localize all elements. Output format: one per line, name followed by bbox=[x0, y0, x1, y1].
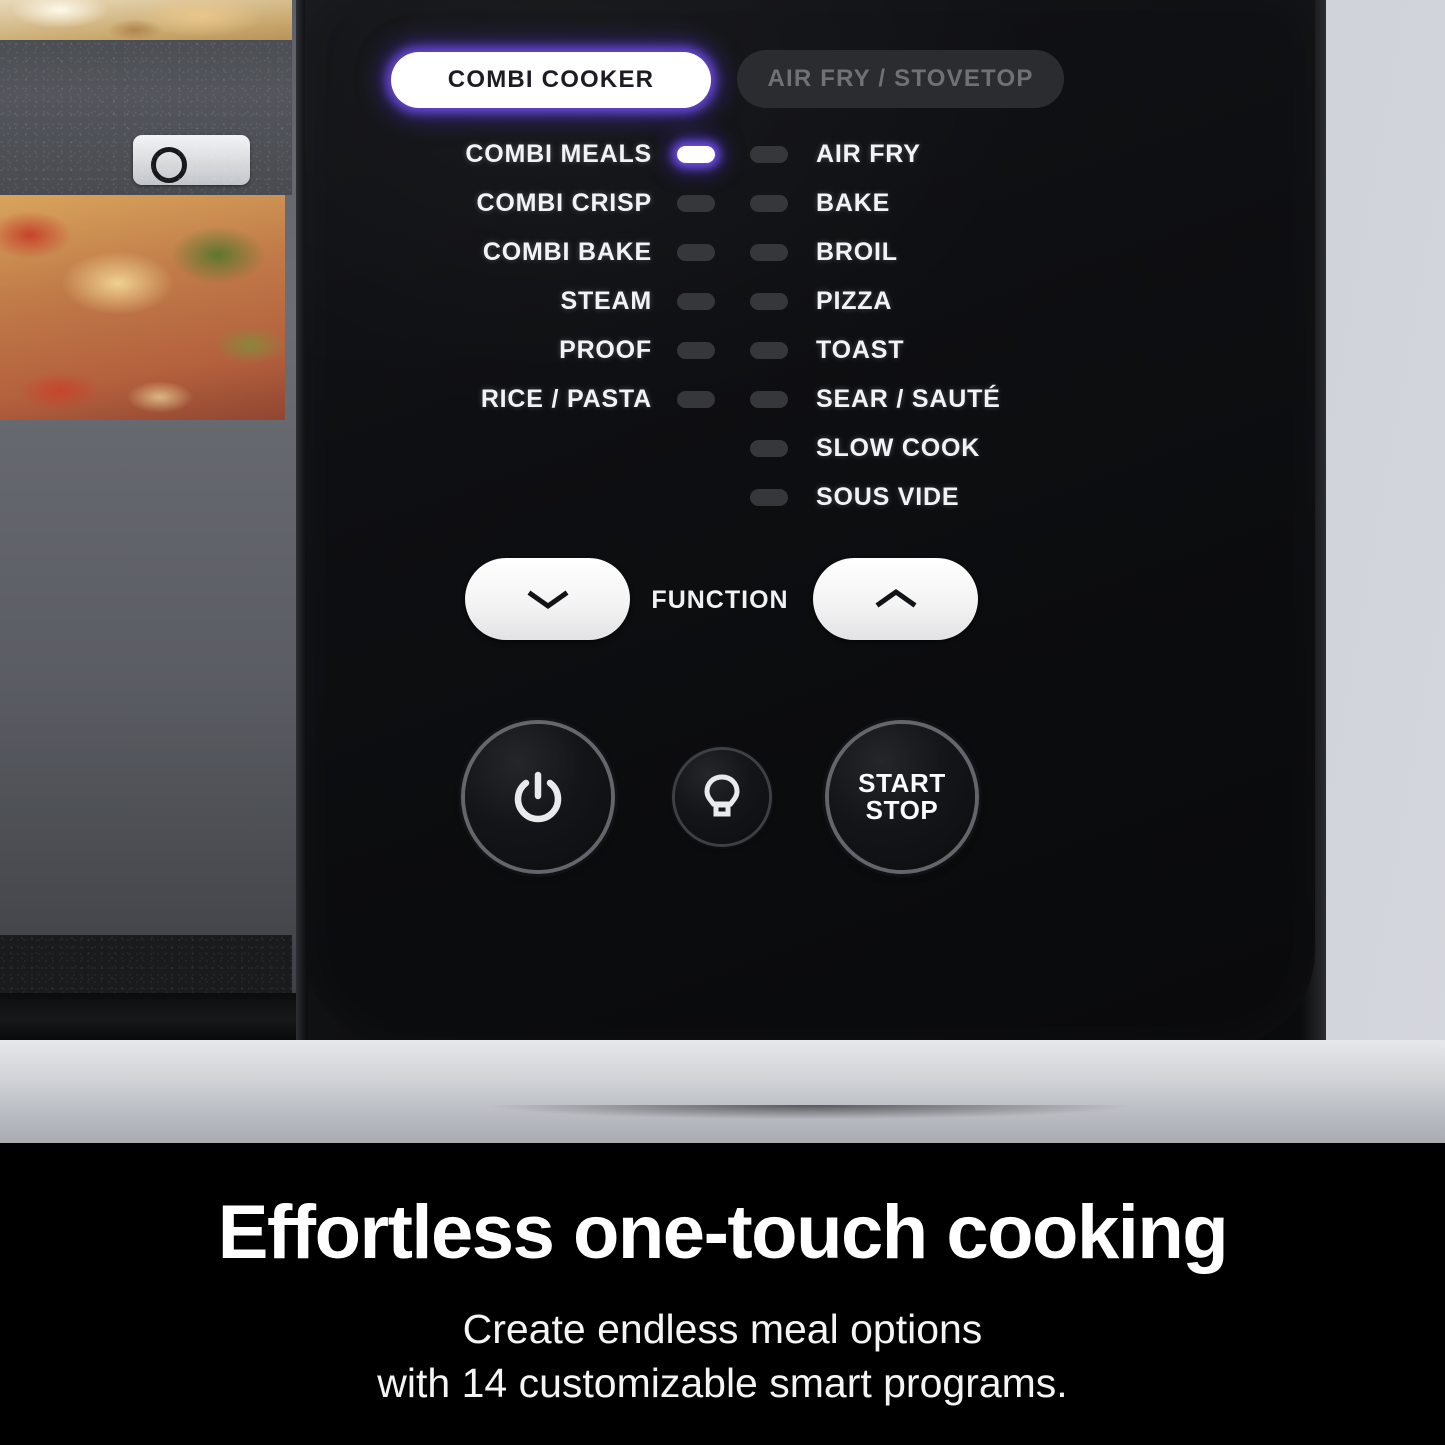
function-row-sear-saute[interactable]: SEAR / SAUTÉ bbox=[750, 375, 1110, 424]
function-row-steam[interactable]: STEAM bbox=[415, 277, 715, 326]
function-label: SOUS VIDE bbox=[816, 483, 960, 511]
led-indicator-rice-pasta bbox=[677, 391, 715, 408]
function-label: PIZZA bbox=[816, 287, 893, 315]
function-row-pizza[interactable]: PIZZA bbox=[750, 277, 1110, 326]
product-photo: COMBI COOKER AIR FRY / STOVETOP COMBI ME… bbox=[0, 0, 1445, 1143]
control-panel: COMBI COOKER AIR FRY / STOVETOP COMBI ME… bbox=[305, 0, 1315, 1047]
cavity-floor bbox=[0, 935, 292, 993]
rack-latch-handle bbox=[133, 135, 250, 185]
function-row-air-fry[interactable]: AIR FRY bbox=[750, 130, 1110, 179]
combi-function-column: COMBI MEALS COMBI CRISP COMBI BAKE STEAM bbox=[415, 130, 715, 424]
main-button-row: START STOP bbox=[305, 718, 1315, 878]
light-button[interactable] bbox=[675, 750, 769, 844]
function-label: RICE / PASTA bbox=[480, 385, 652, 413]
led-indicator-slow-cook bbox=[750, 440, 788, 457]
power-icon bbox=[514, 771, 562, 823]
tab-air-fry-stovetop[interactable]: AIR FRY / STOVETOP bbox=[737, 50, 1064, 108]
function-row-toast[interactable]: TOAST bbox=[750, 326, 1110, 375]
subtitle-line-2: with 14 customizable smart programs. bbox=[377, 1360, 1068, 1407]
start-stop-line-2: STOP bbox=[865, 795, 939, 825]
function-row-combi-meals[interactable]: COMBI MEALS bbox=[415, 130, 715, 179]
oven-interior-cavity bbox=[0, 0, 300, 1040]
function-row-proof[interactable]: PROOF bbox=[415, 326, 715, 375]
start-stop-label: START STOP bbox=[858, 767, 946, 825]
led-indicator-steam bbox=[677, 293, 715, 310]
appliance-shadow bbox=[360, 1105, 1260, 1143]
tab-combi-cooker[interactable]: COMBI COOKER bbox=[391, 52, 711, 108]
led-indicator-sous-vide bbox=[750, 489, 788, 506]
function-label: SLOW COOK bbox=[816, 434, 981, 462]
led-indicator-toast bbox=[750, 342, 788, 359]
chevron-up-icon bbox=[875, 588, 916, 608]
function-row-combi-bake[interactable]: COMBI BAKE bbox=[415, 228, 715, 277]
led-indicator-combi-meals bbox=[677, 146, 715, 163]
led-indicator-bake bbox=[750, 195, 788, 212]
led-indicator-pizza bbox=[750, 293, 788, 310]
light-bulb-icon bbox=[704, 774, 740, 817]
function-row-bake[interactable]: BAKE bbox=[750, 179, 1110, 228]
start-stop-button[interactable]: START STOP bbox=[829, 724, 975, 870]
led-indicator-combi-bake bbox=[677, 244, 715, 261]
function-row-sous-vide[interactable]: SOUS VIDE bbox=[750, 473, 1110, 522]
function-label: BROIL bbox=[816, 238, 898, 266]
power-button[interactable] bbox=[465, 724, 611, 870]
subtitle: Create endless meal options with 14 cust… bbox=[0, 1302, 1445, 1410]
function-row-combi-crisp[interactable]: COMBI CRISP bbox=[415, 179, 715, 228]
function-label: COMBI CRISP bbox=[476, 189, 652, 217]
headline: Effortless one-touch cooking bbox=[217, 1190, 1229, 1275]
food-tray-top bbox=[0, 0, 292, 40]
function-label: SEAR / SAUTÉ bbox=[816, 385, 1001, 413]
tab-combi-cooker-label: COMBI COOKER bbox=[447, 66, 655, 93]
led-indicator-broil bbox=[750, 244, 788, 261]
function-label: BAKE bbox=[816, 189, 891, 217]
led-indicator-combi-crisp bbox=[677, 195, 715, 212]
food-tray-bottom bbox=[0, 195, 285, 420]
chevron-down-icon bbox=[527, 590, 568, 610]
function-label: PROOF bbox=[559, 336, 652, 364]
start-stop-line-1: START bbox=[858, 767, 946, 798]
function-label: AIR FRY bbox=[816, 140, 921, 168]
cavity-bottom-lip bbox=[0, 993, 300, 1040]
function-label: STEAM bbox=[560, 287, 652, 315]
function-row-slow-cook[interactable]: SLOW COOK bbox=[750, 424, 1110, 473]
function-selector-row: FUNCTION bbox=[305, 548, 1315, 648]
airfry-function-column: AIR FRY BAKE BROIL PIZZA TOAST SEAR / SA… bbox=[750, 130, 1110, 522]
function-label-text: FUNCTION bbox=[651, 586, 789, 614]
function-down-button[interactable] bbox=[465, 558, 630, 640]
rack-divider-bar bbox=[0, 40, 292, 195]
led-indicator-sear-saute bbox=[750, 391, 788, 408]
led-indicator-proof bbox=[677, 342, 715, 359]
function-label: COMBI MEALS bbox=[465, 140, 652, 168]
function-list-group: COMBI MEALS COMBI CRISP COMBI BAKE STEAM bbox=[305, 130, 1315, 530]
function-up-button[interactable] bbox=[813, 558, 978, 640]
function-label: TOAST bbox=[816, 336, 905, 364]
led-indicator-air-fry bbox=[750, 146, 788, 163]
function-row-rice-pasta[interactable]: RICE / PASTA bbox=[415, 375, 715, 424]
caption-band: Effortless one-touch cooking Create endl… bbox=[0, 1143, 1445, 1445]
product-marketing-image: COMBI COOKER AIR FRY / STOVETOP COMBI ME… bbox=[0, 0, 1445, 1445]
tab-air-fry-stovetop-label: AIR FRY / STOVETOP bbox=[767, 65, 1034, 92]
function-row-broil[interactable]: BROIL bbox=[750, 228, 1110, 277]
subtitle-line-1: Create endless meal options bbox=[462, 1306, 983, 1352]
function-label: COMBI BAKE bbox=[482, 238, 652, 266]
